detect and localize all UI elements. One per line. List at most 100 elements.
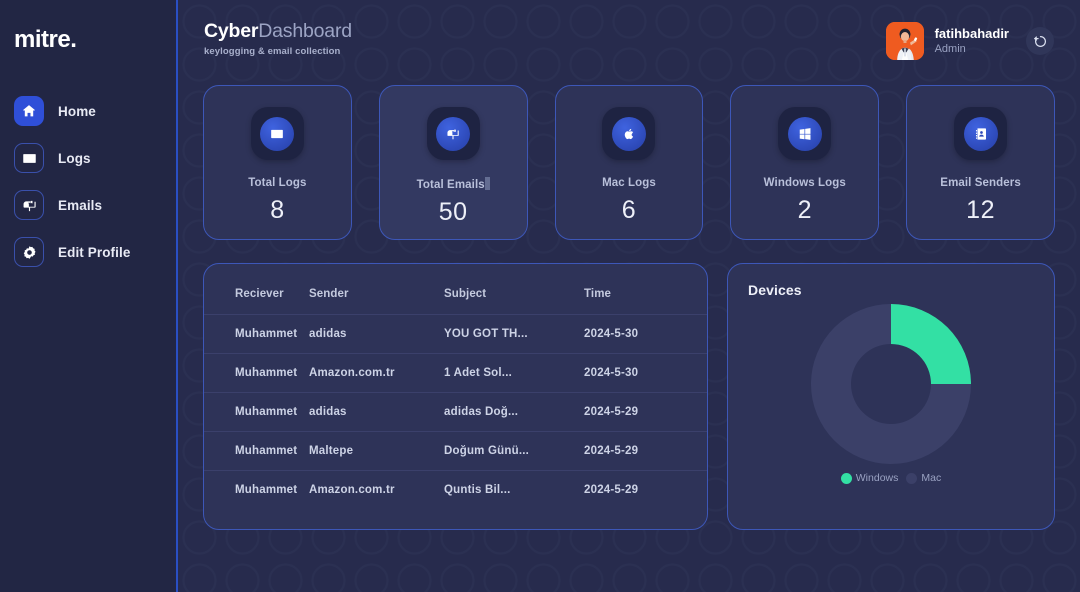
cell-sender: adidas [309, 392, 444, 432]
stat-value: 2 [797, 196, 812, 224]
cell-sender: Maltepe [309, 431, 444, 471]
windows-icon [787, 116, 822, 151]
chart-legend: Windows Mac [840, 472, 941, 484]
sidebar-nav: Home Logs Emails Edit Profile [0, 94, 176, 269]
cell-subject: Doğum Günü... [444, 431, 584, 471]
cell-time: 2024-5-30 [584, 314, 707, 354]
chart-title: Devices [748, 282, 802, 298]
column-header-reciever[interactable]: Reciever [204, 280, 309, 315]
avatar[interactable] [885, 22, 924, 60]
column-header-time[interactable]: Time [584, 280, 707, 315]
user-meta: fatihbahadir Admin [934, 25, 1009, 56]
cell-reciever: Muhammet [204, 470, 309, 509]
user-name: fatihbahadir [934, 25, 1009, 41]
sidebar-item-logs[interactable]: Logs [0, 141, 176, 175]
table-row[interactable]: Muhammet Maltepe Doğum Günü... 2024-5-29 [204, 431, 707, 471]
page-title: CyberDashboard [204, 20, 352, 42]
sidebar: mitre. Home Logs Emails Edit Profile [0, 0, 178, 592]
legend-label: Windows [855, 472, 899, 484]
cell-reciever: Muhammet [204, 431, 309, 471]
donut-segment-windows[interactable] [891, 304, 971, 384]
mailbox-icon [436, 116, 471, 151]
column-header-sender[interactable]: Sender [309, 280, 444, 315]
gear-icon [14, 237, 44, 267]
table-row[interactable]: Muhammet adidas YOU GOT TH... 2024-5-30 [204, 314, 707, 354]
page-header: CyberDashboard keylogging & email collec… [178, 0, 1080, 78]
page-subtitle: keylogging & email collection [204, 46, 341, 58]
user-profile-block[interactable]: fatihbahadir Admin [885, 22, 1054, 60]
stat-card-windows-logs[interactable]: Windows Logs 2 [730, 85, 880, 240]
stat-card-total-logs[interactable]: Total Logs 8 [203, 85, 352, 240]
cell-sender: Amazon.com.tr [309, 470, 444, 509]
text-selection-caret [484, 177, 490, 190]
legend-label: Mac [921, 472, 942, 484]
stat-value: 8 [270, 196, 285, 224]
page-title-soft: Dashboard [258, 20, 352, 42]
page-title-strong: Cyber [204, 20, 259, 42]
contacts-icon [963, 116, 998, 151]
cell-reciever: Muhammet [204, 353, 309, 393]
table-row[interactable]: Muhammet Amazon.com.tr 1 Adet Sol... 202… [204, 353, 707, 393]
user-role: Admin [934, 42, 966, 55]
legend-item-windows[interactable]: Windows [840, 472, 899, 484]
cell-sender: adidas [309, 314, 444, 354]
sidebar-item-emails[interactable]: Emails [0, 188, 176, 222]
main-content: CyberDashboard keylogging & email collec… [178, 0, 1080, 592]
title-block: CyberDashboard keylogging & email collec… [204, 20, 352, 57]
home-icon [14, 96, 44, 126]
cell-reciever: Muhammet [204, 314, 309, 354]
stat-card-total-emails[interactable]: Total Emails 50 [378, 85, 528, 240]
legend-color-swatch [906, 472, 918, 484]
legend-item-mac[interactable]: Mac [906, 472, 941, 484]
stat-value: 12 [966, 196, 995, 224]
recent-emails-panel: Reciever Sender Subject Time Muhammet ad… [203, 263, 708, 530]
column-header-subject[interactable]: Subject [444, 280, 584, 315]
apple-icon [611, 116, 646, 151]
sidebar-item-label: Home [58, 103, 96, 119]
table-body: Muhammet adidas YOU GOT TH... 2024-5-30 … [204, 314, 707, 509]
sidebar-item-edit-profile[interactable]: Edit Profile [0, 235, 176, 269]
stat-label: Windows Logs [763, 177, 846, 189]
recent-emails-table: Reciever Sender Subject Time Muhammet ad… [204, 280, 707, 509]
stat-label: Total Logs [248, 177, 307, 189]
sidebar-item-home[interactable]: Home [0, 94, 176, 128]
stat-label-text: Total Emails [416, 179, 485, 191]
keyboard-icon [260, 116, 295, 151]
table-row[interactable]: Muhammet Amazon.com.tr Quntis Bil... 202… [204, 470, 707, 509]
stat-label: Mac Logs [602, 177, 656, 189]
stat-label: Total Emails [417, 177, 490, 191]
cell-reciever: Muhammet [204, 392, 309, 432]
stat-label: Email Senders [940, 177, 1021, 189]
stat-card-mac-logs[interactable]: Mac Logs 6 [554, 85, 704, 240]
cell-time: 2024-5-29 [584, 431, 707, 471]
sidebar-item-label: Edit Profile [58, 244, 131, 260]
cell-subject: YOU GOT TH... [444, 314, 584, 354]
devices-chart-panel: Devices Windows Mac [727, 263, 1055, 530]
mailbox-icon [14, 190, 44, 220]
table-row[interactable]: Muhammet adidas adidas Doğ... 2024-5-29 [204, 392, 707, 432]
table-head: Reciever Sender Subject Time [204, 280, 707, 315]
table-header-row: Reciever Sender Subject Time [204, 280, 707, 315]
sidebar-item-label: Logs [58, 150, 91, 166]
stat-value: 6 [621, 196, 637, 224]
stat-icon-container [602, 107, 656, 160]
cell-subject: 1 Adet Sol... [444, 353, 584, 393]
stat-card-row: Total Logs 8 Total Emails 50 Mac Logs 6 … [178, 85, 1080, 240]
stat-icon-container [250, 107, 304, 160]
cell-time: 2024-5-29 [584, 392, 707, 432]
cell-sender: Amazon.com.tr [309, 353, 444, 393]
cell-subject: adidas Doğ... [444, 392, 584, 432]
cell-time: 2024-5-30 [584, 353, 707, 393]
logout-icon[interactable] [1026, 27, 1054, 55]
stat-icon-container [778, 107, 832, 160]
stat-icon-container [426, 107, 480, 160]
legend-color-swatch [840, 472, 852, 484]
lower-row: Reciever Sender Subject Time Muhammet ad… [178, 263, 1080, 530]
app-logo: mitre. [14, 26, 77, 53]
stat-value: 50 [438, 198, 468, 226]
cell-subject: Quntis Bil... [444, 470, 584, 509]
cell-time: 2024-5-29 [584, 470, 707, 509]
devices-donut-chart[interactable] [811, 304, 971, 464]
stat-card-email-senders[interactable]: Email Senders 12 [906, 85, 1055, 240]
stat-icon-container [954, 107, 1008, 160]
